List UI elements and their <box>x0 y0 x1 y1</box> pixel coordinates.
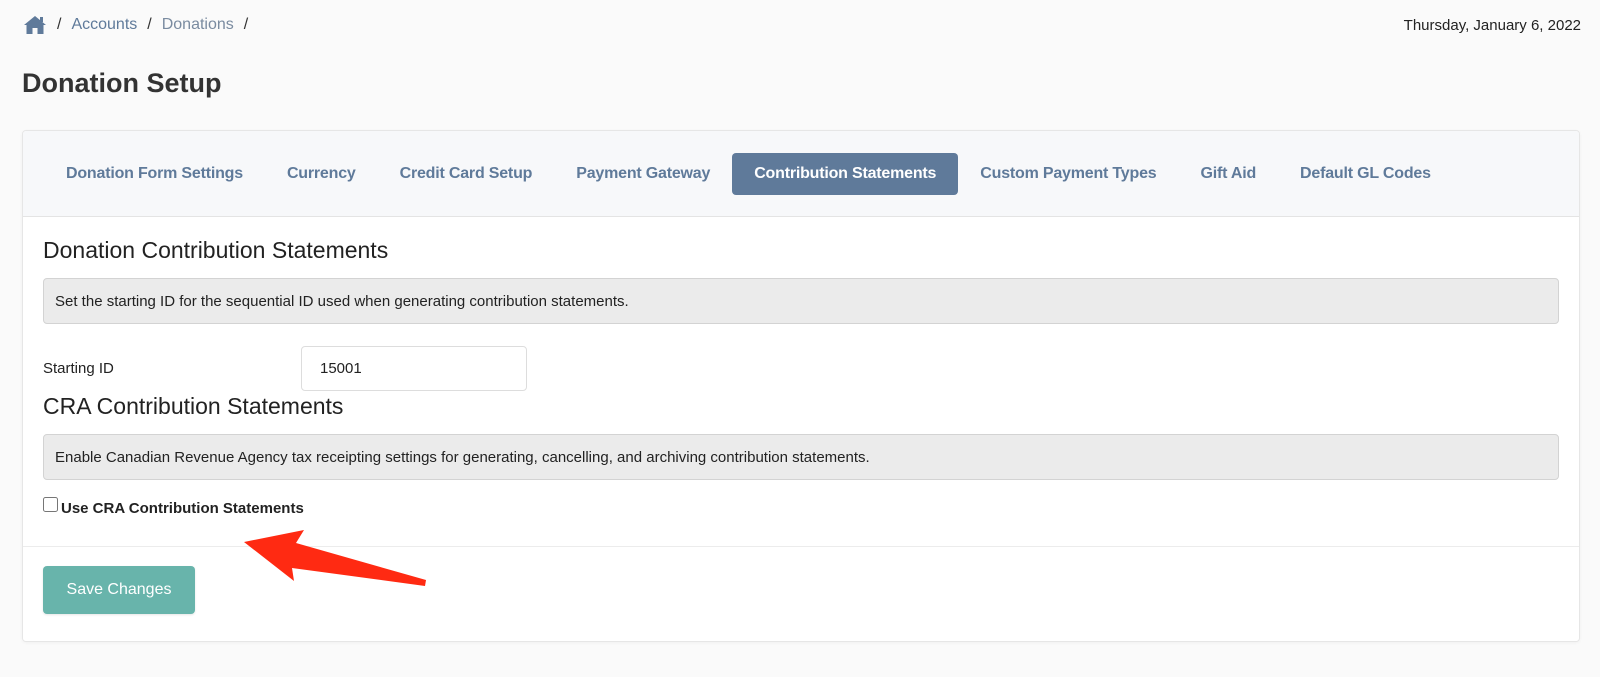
tab-content: Donation Contribution Statements Set the… <box>23 217 1579 547</box>
tab-contribution-statements[interactable]: Contribution Statements <box>732 152 959 195</box>
tab-payment-gateway[interactable]: Payment Gateway <box>554 153 732 195</box>
red-arrow-annotation-icon <box>244 530 426 586</box>
use-cra-checkbox-label[interactable]: Use CRA Contribution Statements <box>61 500 304 517</box>
donation-section-title: Donation Contribution Statements <box>43 237 389 263</box>
tab-credit-card-setup[interactable]: Credit Card Setup <box>378 153 555 195</box>
donation-info-box: Set the starting ID for the sequential I… <box>43 278 1559 324</box>
breadcrumb-separator: / <box>147 16 152 33</box>
use-cra-checkbox[interactable] <box>43 497 58 512</box>
tab-bar: Donation Form Settings Currency Credit C… <box>23 131 1579 217</box>
tab-donation-form-settings[interactable]: Donation Form Settings <box>44 153 265 195</box>
tab-default-gl-codes[interactable]: Default GL Codes <box>1278 153 1453 195</box>
breadcrumb-accounts[interactable]: Accounts <box>71 16 137 34</box>
starting-id-input[interactable] <box>301 346 527 391</box>
tab-gift-aid[interactable]: Gift Aid <box>1178 153 1278 195</box>
page-title: Donation Setup <box>22 68 222 98</box>
cra-checkbox-row: Use CRA Contribution Statements <box>43 497 1559 517</box>
tab-currency[interactable]: Currency <box>265 153 378 195</box>
breadcrumb-separator: / <box>57 16 62 33</box>
current-date: Thursday, January 6, 2022 <box>1403 16 1581 34</box>
cra-section-title: CRA Contribution Statements <box>43 393 344 419</box>
breadcrumb: / Accounts / Donations / <box>23 15 258 35</box>
breadcrumb-donations[interactable]: Donations <box>162 16 234 34</box>
starting-id-row: Starting ID <box>43 346 1559 391</box>
tab-custom-payment-types[interactable]: Custom Payment Types <box>958 153 1178 195</box>
cra-info-box: Enable Canadian Revenue Agency tax recei… <box>43 434 1559 480</box>
top-bar: / Accounts / Donations / Thursday, Janua… <box>0 0 1600 50</box>
starting-id-label: Starting ID <box>43 360 114 377</box>
save-changes-button[interactable]: Save Changes <box>43 566 195 614</box>
breadcrumb-separator: / <box>243 16 249 33</box>
home-icon[interactable] <box>23 15 47 35</box>
